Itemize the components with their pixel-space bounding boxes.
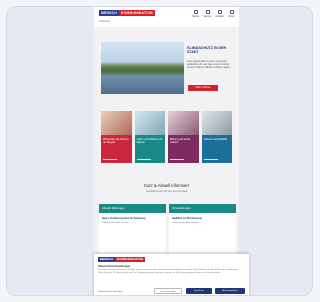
column-text: Lorem ipsum dolor sit amet.	[102, 222, 129, 225]
nav-menu[interactable]: Menü	[227, 10, 236, 18]
site-logo[interactable]: MENSCH KOMMUNIKATION	[99, 10, 155, 16]
column-headline[interactable]: Stadtfest am Wochenende	[169, 213, 236, 220]
tile-line	[170, 159, 184, 160]
nav-label: Service	[203, 15, 212, 18]
teaser-tile[interactable]: Verkehr und Mobilität	[201, 111, 232, 163]
section-title: Kurz & Aktuell informiert	[144, 183, 189, 188]
hero-title: KLIMASCHUTZ IN DER STADT	[187, 46, 227, 55]
column-headline[interactable]: Neues Förderprogramm für Sanierung	[99, 213, 166, 220]
search-icon	[193, 10, 198, 14]
preview-card: MENSCH KOMMUNIKATION Suche Service Konta…	[6, 6, 313, 296]
nav-label: Suche	[192, 15, 199, 18]
tile-title: Wirtschaft und Arbeit in der Region	[103, 138, 129, 145]
nav-label: Kontakt	[215, 15, 224, 18]
phone-frame: MENSCH KOMMUNIKATION Suche Service Konta…	[94, 7, 239, 295]
logo-right: KOMMUNIKATION	[118, 10, 155, 16]
tile-photo	[168, 111, 199, 135]
teaser-tiles: Wirtschaft und Arbeit in der Region Lebe…	[101, 111, 232, 163]
nav-contact[interactable]: Kontakt	[215, 10, 224, 18]
section-subtitle: Neuigkeiten und Termine aus der Stadt	[145, 190, 188, 193]
tile-photo	[201, 111, 232, 135]
hero-text: Lorem ipsum dolor sit amet, consetetur s…	[187, 61, 231, 70]
cookie-text: Wir nutzen Cookies auf unserer Website. …	[98, 269, 239, 274]
essential-only-button[interactable]: Nur essenzielle	[154, 288, 182, 294]
column-text: Lorem ipsum dolor sit amet.	[172, 222, 199, 225]
header-nav: Suche Service Kontakt Menü	[191, 10, 236, 18]
tile-line	[103, 159, 117, 160]
nav-label: Menü	[228, 15, 235, 18]
cookie-settings-link[interactable]: Individuelle Einstellungen	[98, 291, 123, 293]
cookie-title: Datenschutzeinstellungen	[98, 265, 131, 268]
tile-title: Bildung und Kultur erleben	[170, 138, 191, 145]
menu-icon	[229, 10, 234, 14]
hero-image	[101, 42, 184, 94]
news-column: Aktuelle Meldungen Neues Förderprogramm …	[99, 204, 166, 258]
logo-left: MENSCH	[98, 257, 116, 262]
tile-photo	[101, 111, 132, 135]
website-preview: MENSCH KOMMUNIKATION Suche Service Konta…	[94, 7, 239, 295]
tile-title: Leben und Wohnen am Wasser	[136, 138, 163, 145]
column-header: Veranstaltungen	[169, 204, 236, 213]
site-header: MENSCH KOMMUNIKATION Suche Service Konta…	[94, 7, 239, 27]
nav-service[interactable]: Service	[203, 10, 212, 18]
nav-search[interactable]: Suche	[191, 10, 200, 18]
save-button[interactable]: Speichern	[186, 288, 212, 294]
tile-line	[136, 159, 151, 160]
breadcrumb[interactable]: Startseite	[99, 20, 110, 23]
column-header: Aktuelle Meldungen	[99, 204, 166, 213]
events-column: Veranstaltungen Stadtfest am Wochenende …	[169, 204, 236, 258]
teaser-tile[interactable]: Leben und Wohnen am Wasser	[134, 111, 165, 163]
tile-photo	[134, 111, 165, 135]
tile-line	[203, 159, 218, 160]
tile-title: Verkehr und Mobilität	[203, 138, 228, 141]
teaser-tile[interactable]: Wirtschaft und Arbeit in der Region	[101, 111, 132, 163]
logo-left: MENSCH	[99, 10, 119, 16]
logo-right: KOMMUNIKATION	[115, 257, 145, 262]
cookie-logo: MENSCH KOMMUNIKATION	[98, 257, 145, 262]
accept-all-button[interactable]: Alle akzeptieren	[215, 288, 245, 294]
hero-button[interactable]: Mehr erfahren	[188, 85, 218, 91]
cookie-banner: MENSCH KOMMUNIKATION Datenschutzeinstell…	[94, 254, 249, 295]
contact-icon	[217, 10, 222, 14]
service-icon	[205, 10, 210, 14]
teaser-tile[interactable]: Bildung und Kultur erleben	[168, 111, 199, 163]
